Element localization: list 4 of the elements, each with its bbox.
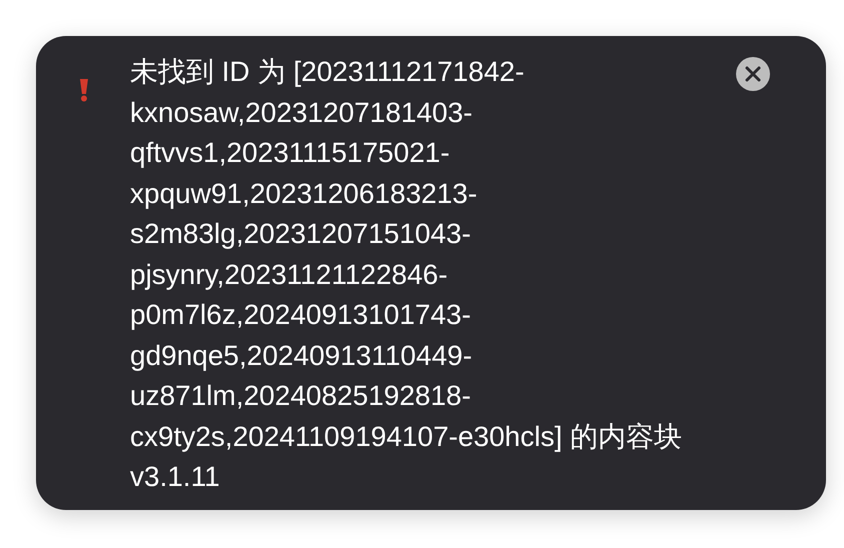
close-icon	[743, 64, 763, 84]
close-button[interactable]	[736, 57, 770, 91]
exclamation-icon	[79, 78, 89, 102]
version-text: v3.1.11	[130, 460, 221, 494]
